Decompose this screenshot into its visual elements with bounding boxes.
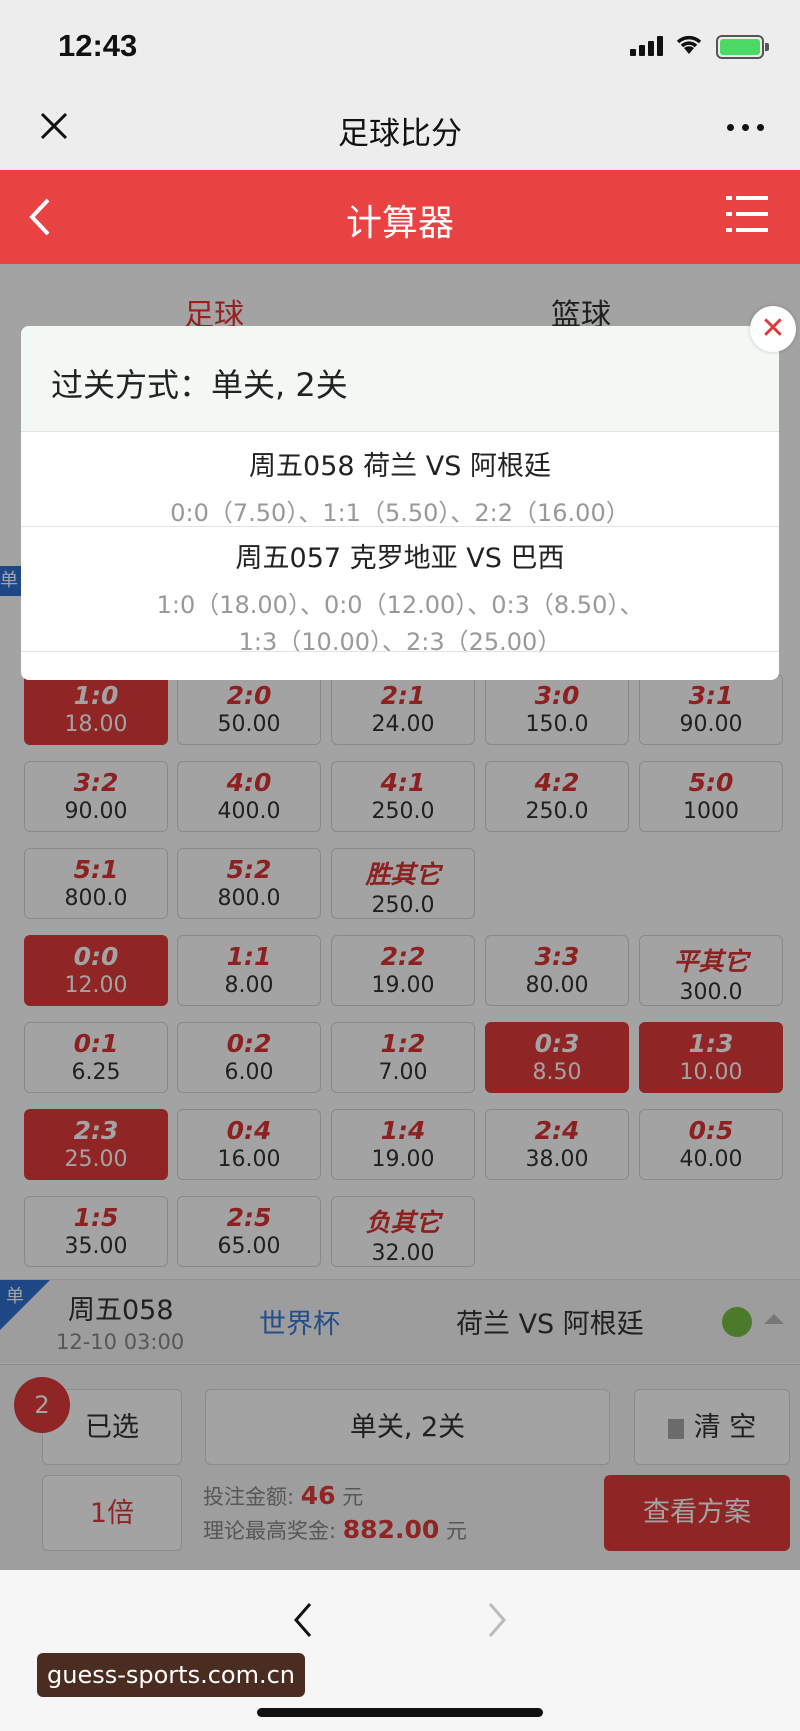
calculator-header: 计算器: [0, 170, 800, 264]
more-icon[interactable]: [727, 124, 767, 134]
popup-match: 周五058 荷兰 VS 阿根廷 0:0（7.50）、1:1（5.50）、2:2（…: [21, 444, 779, 528]
signal-icon: [630, 36, 664, 56]
popup-header: 过关方式：单关, 2关: [21, 326, 779, 432]
pass-mode-popup: 过关方式：单关, 2关 周五058 荷兰 VS 阿根廷 0:0（7.50）、1:…: [21, 326, 779, 680]
popup-match-title: 周五057 克罗地亚 VS 巴西: [235, 543, 565, 574]
home-indicator: [257, 1708, 543, 1717]
close-icon[interactable]: ✕: [750, 306, 796, 352]
popup-match: 周五057 克罗地亚 VS 巴西 1:0（18.00）、0:0（12.00）、0…: [21, 536, 779, 657]
popup-title: 过关方式：单关, 2关: [51, 366, 348, 404]
watermark: guess-sports.com.cn: [37, 1653, 306, 1697]
browser-nav: guess-sports.com.cn: [0, 1570, 800, 1731]
popup-match-title: 周五058 荷兰 VS 阿根廷: [249, 451, 551, 482]
popup-divider: [21, 526, 779, 527]
battery-icon: [716, 35, 769, 59]
popup-match-odds: 1:0（18.00）、0:0（12.00）、0:3（8.50）、: [156, 591, 644, 619]
status-time: 12:43: [58, 28, 138, 63]
wifi-icon: [676, 35, 702, 54]
chevron-right-icon[interactable]: [486, 1600, 510, 1640]
wechat-header: 足球比分: [0, 90, 800, 170]
popup-match-odds: 0:0（7.50）、1:1（5.50）、2:2（16.00）: [170, 499, 630, 527]
chevron-left-icon[interactable]: [290, 1600, 314, 1640]
menu-icon[interactable]: [726, 196, 768, 232]
status-bar: 12:43: [0, 0, 800, 90]
calculator-title: 计算器: [345, 203, 454, 244]
popup-divider: [21, 651, 779, 652]
page-title: 足球比分: [338, 116, 462, 152]
